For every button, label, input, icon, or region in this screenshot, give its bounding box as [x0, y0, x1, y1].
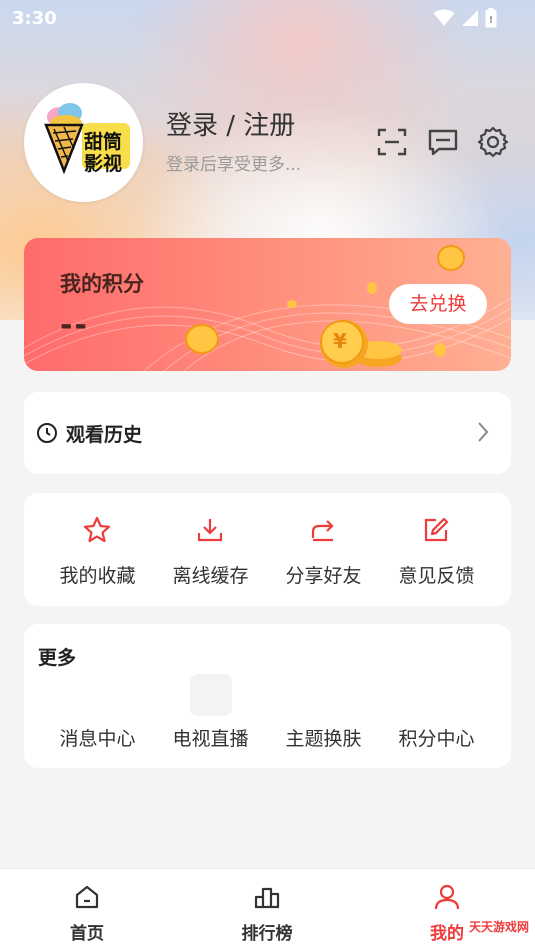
quick-actions-card: 我的收藏 离线缓存 分享好友 意见反馈 [24, 493, 511, 606]
action-label: 离线缓存 [172, 565, 249, 587]
status-icons: ! [433, 8, 497, 28]
bottom-tab-bar: 首页 排行榜 我的 [0, 868, 535, 951]
signal-icon [462, 10, 478, 26]
clock-icon [37, 423, 57, 443]
scan-icon[interactable] [376, 126, 408, 158]
action-label: 意见反馈 [398, 565, 475, 587]
tv-live-icon [190, 674, 232, 716]
status-bar: 3:30 ! [0, 0, 535, 38]
tab-mine[interactable]: 我的 [387, 869, 507, 951]
profile-icon [434, 884, 460, 910]
status-time: 3:30 [12, 8, 57, 29]
favorites-button[interactable]: 我的收藏 [41, 493, 154, 606]
battery-icon: ! [485, 8, 497, 28]
action-label: 我的收藏 [59, 565, 136, 587]
download-icon [197, 519, 223, 542]
home-icon [75, 885, 99, 909]
theme-skin-button[interactable]: 主题换肤 [267, 724, 380, 751]
coin-symbol: ¥ [333, 329, 347, 353]
message-center-button[interactable]: 消息中心 [41, 724, 154, 751]
star-icon [83, 516, 111, 543]
watch-history-label: 观看历史 [66, 424, 143, 446]
feedback-button[interactable]: 意见反馈 [380, 493, 493, 606]
chevron-right-icon [478, 422, 489, 442]
points-card[interactable]: ¥ 我的积分 -- 去兑换 [24, 238, 511, 371]
points-value: -- [60, 308, 89, 343]
tab-ranking[interactable]: 排行榜 [207, 869, 327, 951]
settings-icon[interactable] [477, 126, 509, 158]
tab-home[interactable]: 首页 [27, 869, 147, 951]
edit-icon [424, 517, 449, 542]
ranking-icon [254, 887, 280, 909]
points-title: 我的积分 [60, 272, 144, 296]
svg-text:!: ! [489, 15, 494, 26]
watch-history-row[interactable]: 观看历史 [24, 392, 511, 474]
watermark: 天天游戏网 [468, 920, 529, 934]
tab-label: 排行榜 [241, 924, 293, 944]
share-icon [311, 520, 334, 542]
points-center-button[interactable]: 积分中心 [380, 724, 493, 751]
avatar-text-bottom: 影视 [84, 153, 123, 175]
tab-label: 首页 [70, 924, 104, 944]
action-label: 分享好友 [285, 565, 362, 587]
avatar[interactable]: 甜筒 影视 [24, 83, 143, 202]
tv-live-button[interactable]: 电视直播 [154, 724, 267, 751]
more-title: 更多 [38, 647, 77, 669]
login-subtitle: 登录后享受更多... [166, 155, 302, 175]
offline-cache-button[interactable]: 离线缓存 [154, 493, 267, 606]
redeem-button[interactable]: 去兑换 [389, 284, 487, 324]
wifi-icon [433, 9, 455, 26]
message-icon[interactable] [427, 126, 459, 158]
more-card: 更多 消息中心 电视直播 主题换肤 积分中心 [24, 624, 511, 768]
share-friends-button[interactable]: 分享好友 [267, 493, 380, 606]
login-register-link[interactable]: 登录 / 注册 [166, 105, 295, 142]
